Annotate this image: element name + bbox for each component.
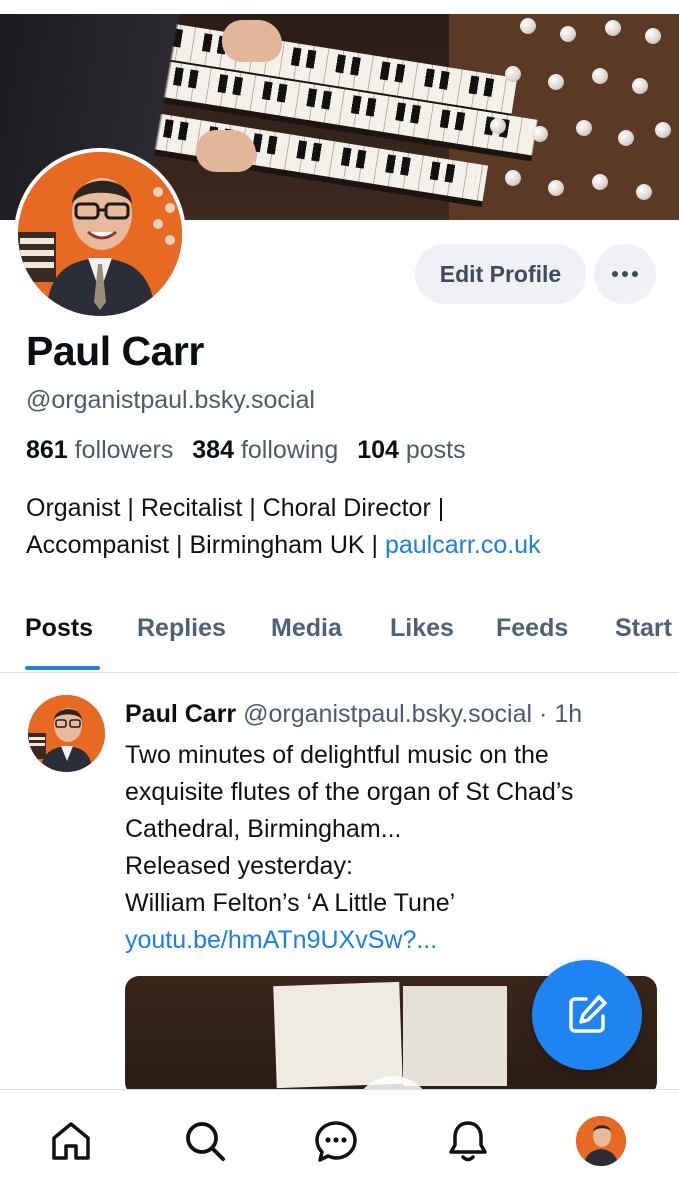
- stop-knob: [655, 122, 671, 138]
- stop-knob: [632, 78, 648, 94]
- post-text-line: William Felton’s ‘A Little Tune’: [125, 889, 456, 917]
- nav-notifications[interactable]: [443, 1116, 493, 1166]
- tab-starter-packs[interactable]: Start: [615, 614, 672, 643]
- avatar-portrait: [18, 152, 182, 316]
- nav-home[interactable]: [46, 1116, 96, 1166]
- tab-likes[interactable]: Likes: [390, 614, 454, 643]
- bell-icon: [449, 1121, 487, 1162]
- following-link[interactable]: 384 following: [192, 436, 338, 464]
- more-options-button[interactable]: [594, 244, 656, 304]
- nav-profile-avatar[interactable]: [576, 1116, 626, 1166]
- active-tab-indicator: [25, 666, 100, 670]
- stop-knob: [520, 18, 536, 34]
- edit-profile-button[interactable]: Edit Profile: [415, 244, 586, 304]
- nav-search[interactable]: [180, 1116, 230, 1166]
- post-text-line: exquisite flutes of the organ of St Chad…: [125, 778, 574, 806]
- post-text-line: Released yesterday:: [125, 852, 353, 880]
- post-link[interactable]: youtu.be/hmATn9UXvSw?...: [125, 922, 665, 959]
- profile-avatar[interactable]: [14, 148, 186, 320]
- stop-knob: [605, 20, 621, 36]
- music-score: [273, 981, 403, 1089]
- profile-tabs: Posts Replies Media Likes Feeds Start: [0, 600, 679, 673]
- profile-bio: Organist | Recitalist | Choral Director …: [26, 490, 666, 564]
- post-header: Paul Carr @organistpaul.bsky.social · 1h: [125, 700, 582, 729]
- following-label: following: [240, 436, 339, 464]
- stop-knob: [548, 74, 564, 90]
- stop-knob: [548, 180, 564, 196]
- home-icon: [52, 1122, 90, 1160]
- post-author-handle[interactable]: @organistpaul.bsky.social: [243, 700, 532, 728]
- bottom-navigation: [0, 1089, 679, 1201]
- profile-display-name: Paul Carr: [26, 328, 204, 374]
- music-score: [403, 986, 507, 1086]
- tab-replies[interactable]: Replies: [137, 614, 226, 643]
- bio-line: Organist | Recitalist | Choral Director …: [26, 494, 445, 522]
- profile-handle: @organistpaul.bsky.social: [26, 386, 315, 414]
- tab-feeds[interactable]: Feeds: [496, 614, 568, 643]
- ellipsis-icon: [612, 271, 638, 277]
- posts-stat: 104 posts: [357, 436, 465, 464]
- post-author-name[interactable]: Paul Carr: [125, 700, 236, 728]
- chat-icon: [315, 1121, 357, 1162]
- avatar-portrait: [28, 695, 105, 772]
- followers-label: followers: [74, 436, 174, 464]
- banner-hand: [196, 130, 256, 172]
- stop-knob: [505, 170, 521, 186]
- compose-icon: [569, 995, 607, 1033]
- stop-knob: [532, 126, 548, 142]
- post-text-line: Cathedral, Birmingham...: [125, 815, 402, 843]
- nav-chat[interactable]: [311, 1116, 361, 1166]
- bio-website-link[interactable]: paulcarr.co.uk: [385, 531, 541, 559]
- bio-line: Accompanist | Birmingham UK | paulcarr.c…: [26, 527, 666, 564]
- profile-stats: 861 followers 384 following 104 posts: [26, 436, 466, 465]
- post-separator: ·: [539, 700, 548, 728]
- bio-text: Accompanist | Birmingham UK |: [26, 531, 385, 559]
- stop-knob: [645, 28, 661, 44]
- stop-knob: [636, 184, 652, 200]
- post-author-avatar[interactable]: [28, 695, 105, 772]
- stop-knob: [490, 118, 506, 134]
- posts-count: 104: [357, 436, 399, 464]
- search-icon: [186, 1122, 225, 1161]
- post-text-line: Two minutes of delightful music on the: [125, 741, 549, 769]
- posts-label: posts: [405, 436, 466, 464]
- tab-media[interactable]: Media: [271, 614, 342, 643]
- stop-knob: [618, 130, 634, 146]
- post-timestamp[interactable]: 1h: [554, 700, 582, 728]
- stop-knob: [592, 68, 608, 84]
- followers-link[interactable]: 861 followers: [26, 436, 173, 464]
- stop-knob: [576, 120, 592, 136]
- tab-posts[interactable]: Posts: [25, 614, 93, 643]
- stop-knob: [560, 26, 576, 42]
- banner-hand: [222, 20, 282, 62]
- stop-knob: [505, 66, 521, 82]
- stop-knob: [592, 174, 608, 190]
- avatar-portrait: [576, 1116, 626, 1166]
- compose-post-button[interactable]: [532, 960, 642, 1070]
- followers-count: 861: [26, 436, 68, 464]
- post-body: Two minutes of delightful music on the e…: [125, 737, 665, 959]
- following-count: 384: [192, 436, 234, 464]
